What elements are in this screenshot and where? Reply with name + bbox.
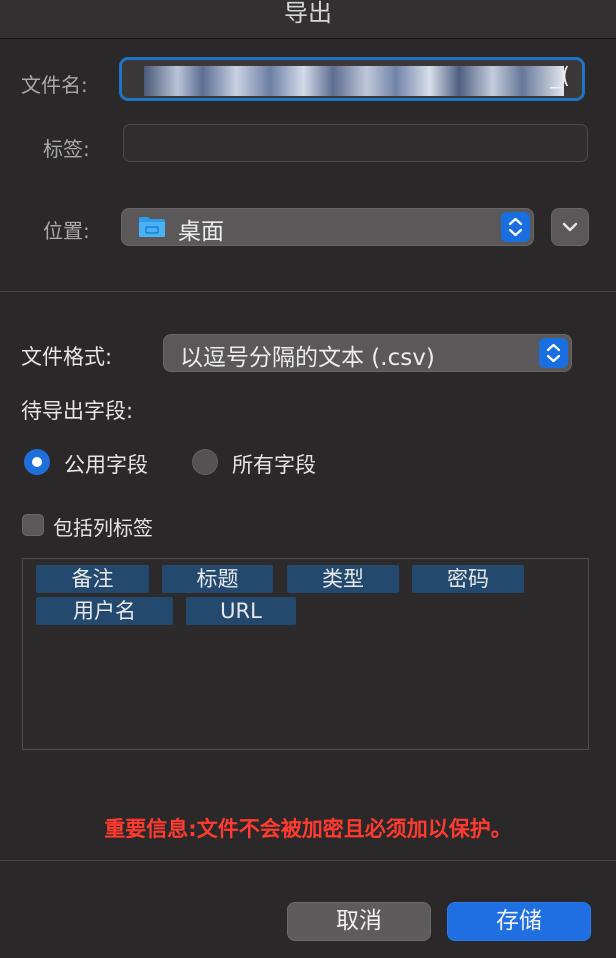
radio-common-fields-label[interactable]: 公用字段 (64, 449, 148, 479)
tags-label: 标签: (43, 137, 90, 161)
filename-field[interactable]: _( (119, 57, 585, 101)
dialog-titlebar: 导出 (0, 0, 616, 39)
popup-stepper-icon (539, 338, 568, 368)
include-headers-checkbox[interactable] (22, 514, 44, 536)
save-button[interactable]: 存储 (447, 902, 591, 941)
location-value: 桌面 (178, 219, 224, 245)
dialog-title: 导出 (284, 0, 332, 27)
field-chip[interactable]: 用户名 (36, 597, 173, 625)
location-label: 位置: (43, 219, 90, 243)
include-headers-label[interactable]: 包括列标签 (53, 512, 153, 541)
field-chip[interactable]: 标题 (162, 565, 273, 593)
format-value: 以逗号分隔的文本 (.csv) (180, 345, 435, 371)
warning-message: 重要信息:文件不会被加密且必须加以保护。 (104, 817, 512, 841)
radio-common-fields[interactable] (24, 449, 50, 475)
field-chip[interactable]: URL (186, 597, 296, 625)
section-divider (0, 291, 616, 292)
radio-all-fields-label[interactable]: 所有字段 (232, 449, 316, 479)
filename-value: _( (550, 64, 570, 89)
field-chip[interactable]: 类型 (287, 565, 399, 593)
footer-divider (0, 860, 616, 861)
chevron-down-icon (562, 222, 578, 232)
radio-all-fields[interactable] (192, 449, 218, 475)
cancel-button[interactable]: 取消 (287, 902, 431, 941)
filename-redacted (144, 66, 564, 96)
fields-label: 待导出字段: (21, 399, 134, 423)
expand-dialog-button[interactable] (551, 208, 589, 246)
location-popup[interactable]: 桌面 (121, 208, 534, 246)
fields-list: 备注 标题 类型 密码 用户名 URL (22, 558, 589, 750)
folder-icon (139, 217, 165, 237)
format-label: 文件格式: (21, 345, 113, 369)
popup-stepper-icon (501, 212, 530, 242)
tags-field[interactable] (123, 124, 588, 162)
field-chip[interactable]: 备注 (36, 565, 149, 593)
filename-label: 文件名: (21, 73, 88, 97)
field-chip[interactable]: 密码 (412, 565, 524, 593)
format-popup[interactable]: 以逗号分隔的文本 (.csv) (163, 334, 572, 372)
